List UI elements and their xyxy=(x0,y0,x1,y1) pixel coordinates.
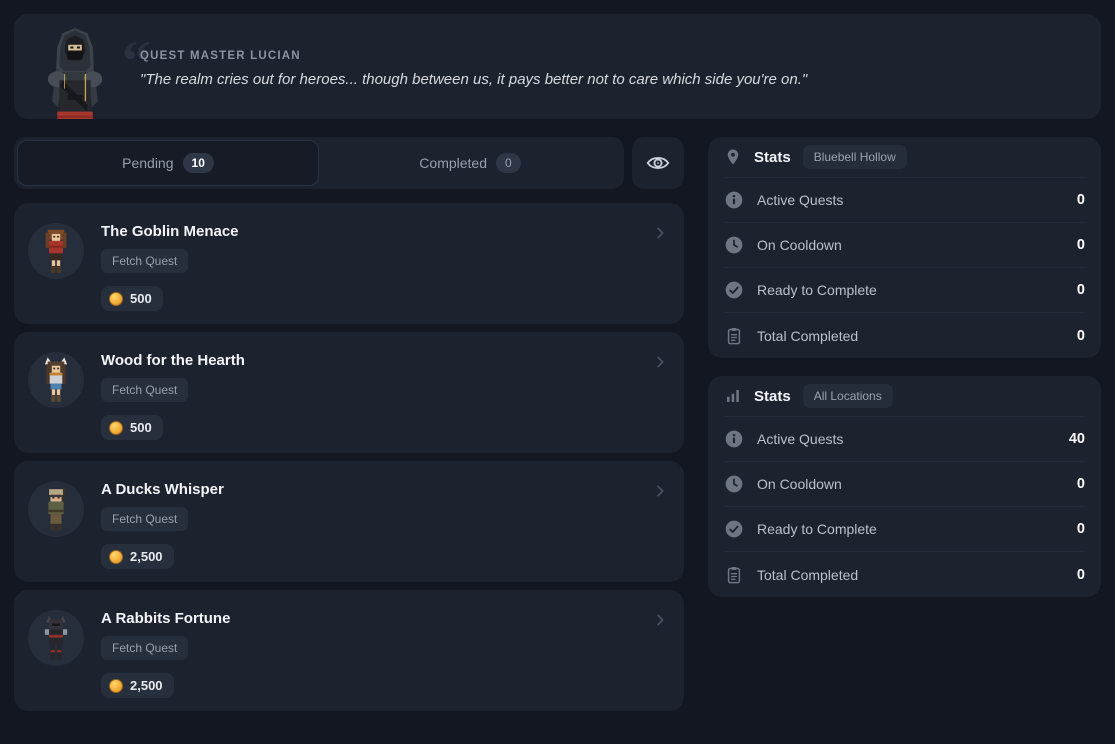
stats-row-label: Active Quests xyxy=(757,431,843,447)
tab-pending[interactable]: Pending 10 xyxy=(17,140,319,186)
tab-completed-label: Completed xyxy=(419,155,487,171)
stats-column: Stats Bluebell Hollow Active Quests 0 On… xyxy=(708,137,1101,719)
stats-row-value: 0 xyxy=(1077,328,1085,344)
quest-board-page: “ QUEST MASTER LUCIAN "The realm cries o… xyxy=(0,0,1115,733)
quest-title: Wood for the Hearth xyxy=(101,352,245,369)
quest-title: A Rabbits Fortune xyxy=(101,610,230,627)
stats-row-value: 0 xyxy=(1077,567,1085,583)
npc-name: QUEST MASTER LUCIAN xyxy=(140,50,1101,62)
stats-row: On Cooldown 0 xyxy=(724,223,1085,268)
npc-quote: "The realm cries out for heroes... thoug… xyxy=(140,71,1101,88)
quest-type-tag: Fetch Quest xyxy=(101,378,188,402)
quest-title: A Ducks Whisper xyxy=(101,481,224,498)
coin-icon xyxy=(109,679,123,693)
cat-eared-girl-avatar xyxy=(28,352,84,408)
location-pin-icon xyxy=(724,148,742,166)
info-icon xyxy=(724,190,744,210)
quest-card[interactable]: A Rabbits Fortune Fetch Quest 2,500 xyxy=(14,590,684,711)
stats-scope-badge: All Locations xyxy=(803,384,893,408)
stats-panel-header: Stats All Locations xyxy=(724,376,1085,417)
quest-list: The Goblin Menace Fetch Quest 500 Wood f… xyxy=(14,203,684,711)
quest-card[interactable]: A Ducks Whisper Fetch Quest 2,500 xyxy=(14,461,684,582)
quest-type-tag: Fetch Quest xyxy=(101,636,188,660)
quest-title: The Goblin Menace xyxy=(101,223,239,240)
quest-master-portrait xyxy=(36,26,114,120)
stats-row-label: Total Completed xyxy=(757,328,858,344)
quest-reward: 2,500 xyxy=(101,673,174,698)
quest-master-text: “ QUEST MASTER LUCIAN "The realm cries o… xyxy=(140,46,1101,88)
stats-row-value: 0 xyxy=(1077,282,1085,298)
stats-row: Active Quests 0 xyxy=(724,178,1085,223)
dark-knight-avatar xyxy=(28,610,84,666)
quest-type-tag: Fetch Quest xyxy=(101,507,188,531)
visibility-toggle-button[interactable] xyxy=(632,137,684,189)
quest-card[interactable]: Wood for the Hearth Fetch Quest 500 xyxy=(14,332,684,453)
quest-reward: 500 xyxy=(101,286,163,311)
completed-count-badge: 0 xyxy=(496,153,521,173)
stats-panel: Stats Bluebell Hollow Active Quests 0 On… xyxy=(708,137,1101,358)
quest-type-tag: Fetch Quest xyxy=(101,249,188,273)
stats-row-value: 40 xyxy=(1069,431,1085,447)
stats-row: Active Quests 40 xyxy=(724,417,1085,462)
quest-reward: 2,500 xyxy=(101,544,174,569)
bar-chart-icon xyxy=(724,387,742,405)
village-woman-avatar xyxy=(28,223,84,279)
stats-row: Ready to Complete 0 xyxy=(724,507,1085,552)
coin-icon xyxy=(109,421,123,435)
clipboard-icon xyxy=(724,565,744,585)
chevron-right-icon xyxy=(652,483,668,504)
info-icon xyxy=(724,429,744,449)
stats-row-label: Ready to Complete xyxy=(757,521,877,537)
stats-title: Stats xyxy=(754,149,791,166)
stats-row-value: 0 xyxy=(1077,237,1085,253)
reward-amount: 2,500 xyxy=(130,678,163,693)
coin-icon xyxy=(109,550,123,564)
chevron-right-icon xyxy=(652,612,668,633)
stats-row: Ready to Complete 0 xyxy=(724,268,1085,313)
stats-panel-header: Stats Bluebell Hollow xyxy=(724,137,1085,178)
stats-row-label: Ready to Complete xyxy=(757,282,877,298)
stats-row-label: On Cooldown xyxy=(757,476,842,492)
stats-row-value: 0 xyxy=(1077,521,1085,537)
clock-icon xyxy=(724,474,744,494)
stats-row-value: 0 xyxy=(1077,192,1085,208)
old-hunter-avatar xyxy=(28,481,84,537)
chevron-right-icon xyxy=(652,354,668,375)
reward-amount: 2,500 xyxy=(130,549,163,564)
tab-completed[interactable]: Completed 0 xyxy=(319,140,621,186)
chevron-right-icon xyxy=(652,225,668,246)
stats-title: Stats xyxy=(754,388,791,405)
pending-count-badge: 10 xyxy=(183,153,214,173)
coin-icon xyxy=(109,292,123,306)
stats-row-value: 0 xyxy=(1077,476,1085,492)
stats-panel: Stats All Locations Active Quests 40 On … xyxy=(708,376,1101,597)
reward-amount: 500 xyxy=(130,291,152,306)
quest-card[interactable]: The Goblin Menace Fetch Quest 500 xyxy=(14,203,684,324)
quest-tabs: Pending 10 Completed 0 xyxy=(14,137,624,189)
clock-icon xyxy=(724,235,744,255)
stats-row-label: Active Quests xyxy=(757,192,843,208)
eye-icon xyxy=(645,150,671,176)
stats-scope-badge: Bluebell Hollow xyxy=(803,145,907,169)
reward-amount: 500 xyxy=(130,420,152,435)
stats-row-label: Total Completed xyxy=(757,567,858,583)
stats-row: Total Completed 0 xyxy=(724,552,1085,597)
stats-row-label: On Cooldown xyxy=(757,237,842,253)
stats-row: Total Completed 0 xyxy=(724,313,1085,358)
quest-master-banner: “ QUEST MASTER LUCIAN "The realm cries o… xyxy=(14,14,1101,119)
tab-pending-label: Pending xyxy=(122,155,173,171)
quest-reward: 500 xyxy=(101,415,163,440)
check-circle-icon xyxy=(724,519,744,539)
clipboard-icon xyxy=(724,326,744,346)
stats-row: On Cooldown 0 xyxy=(724,462,1085,507)
check-circle-icon xyxy=(724,280,744,300)
